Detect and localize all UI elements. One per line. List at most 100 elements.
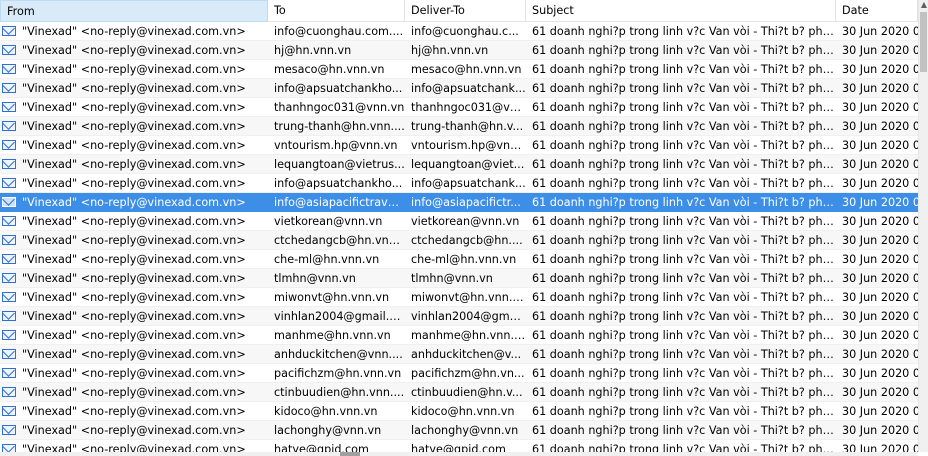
envelope-icon	[2, 330, 16, 340]
message-list: "Vinexad" <no-reply@vinexad.com.vn> info@…	[0, 22, 918, 452]
table-row[interactable]: "Vinexad" <no-reply@vinexad.com.vn> che-m…	[0, 250, 918, 269]
from-text: "Vinexad" <no-reply@vinexad.com.vn>	[22, 347, 246, 361]
column-header-to[interactable]: To	[268, 0, 405, 22]
cell-to: info@asiapacifictravel...	[274, 195, 405, 209]
from-text: "Vinexad" <no-reply@vinexad.com.vn>	[22, 24, 246, 38]
cell-deliver-to: info@apsuatchank...	[411, 176, 526, 190]
scroll-up-icon[interactable]: ▲	[920, 0, 928, 10]
cell-deliver-to: mesaco@hn.vnn.vn	[411, 62, 522, 76]
table-row[interactable]: "Vinexad" <no-reply@vinexad.com.vn> vinhl…	[0, 307, 918, 326]
table-row[interactable]: "Vinexad" <no-reply@vinexad.com.vn> miwon…	[0, 288, 918, 307]
from-text: "Vinexad" <no-reply@vinexad.com.vn>	[22, 138, 246, 152]
column-header-deliver-to[interactable]: Deliver-To	[405, 0, 526, 22]
cell-from: "Vinexad" <no-reply@vinexad.com.vn>	[0, 60, 268, 79]
cell-date: 30 Jun 2020 00	[842, 347, 918, 361]
table-row[interactable]: "Vinexad" <no-reply@vinexad.com.vn> trung…	[0, 117, 918, 136]
cell-deliver-to: anhduckitchen@v...	[411, 347, 522, 361]
table-row[interactable]: "Vinexad" <no-reply@vinexad.com.vn> anhdu…	[0, 345, 918, 364]
cell-subject: 61 doanh nghi?p trong linh v?c Van vòi -…	[532, 309, 836, 323]
cell-from: "Vinexad" <no-reply@vinexad.com.vn>	[0, 79, 268, 98]
table-row[interactable]: "Vinexad" <no-reply@vinexad.com.vn> info@…	[0, 174, 918, 193]
cell-subject: 61 doanh nghi?p trong linh v?c Van vòi -…	[532, 347, 836, 361]
table-row[interactable]: "Vinexad" <no-reply@vinexad.com.vn> info@…	[0, 22, 918, 41]
from-text: "Vinexad" <no-reply@vinexad.com.vn>	[22, 442, 246, 453]
from-text: "Vinexad" <no-reply@vinexad.com.vn>	[22, 119, 246, 133]
envelope-icon	[2, 45, 16, 55]
envelope-icon	[2, 254, 16, 264]
table-row[interactable]: "Vinexad" <no-reply@vinexad.com.vn> lacho…	[0, 421, 918, 440]
cell-deliver-to: thanhngoc031@vn...	[411, 100, 526, 114]
table-row[interactable]: "Vinexad" <no-reply@vinexad.com.vn> lequa…	[0, 155, 918, 174]
cell-to: mesaco@hn.vnn.vn	[274, 62, 385, 76]
envelope-icon	[2, 140, 16, 150]
cell-subject: 61 doanh nghi?p trong linh v?c Van vòi -…	[532, 404, 836, 418]
cell-from: "Vinexad" <no-reply@vinexad.com.vn>	[0, 212, 268, 231]
cell-from: "Vinexad" <no-reply@vinexad.com.vn>	[0, 193, 268, 212]
from-text: "Vinexad" <no-reply@vinexad.com.vn>	[22, 214, 246, 228]
horizontal-scroll-thumb[interactable]	[340, 452, 360, 456]
column-header-from[interactable]: From	[0, 0, 268, 22]
cell-subject: 61 doanh nghi?p trong linh v?c Van vòi -…	[532, 176, 836, 190]
vertical-scrollbar[interactable]: ▲	[918, 0, 928, 452]
table-row[interactable]: "Vinexad" <no-reply@vinexad.com.vn> ctinb…	[0, 383, 918, 402]
from-text: "Vinexad" <no-reply@vinexad.com.vn>	[22, 366, 246, 380]
table-row[interactable]: "Vinexad" <no-reply@vinexad.com.vn> info@…	[0, 79, 918, 98]
cell-date: 30 Jun 2020 00	[842, 404, 918, 418]
table-row[interactable]: "Vinexad" <no-reply@vinexad.com.vn> info@…	[0, 193, 918, 212]
cell-to: hatye@gpid.com	[274, 442, 369, 453]
table-row[interactable]: "Vinexad" <no-reply@vinexad.com.vn> manhm…	[0, 326, 918, 345]
cell-date: 30 Jun 2020 00	[842, 290, 918, 304]
cell-from: "Vinexad" <no-reply@vinexad.com.vn>	[0, 440, 268, 453]
column-header-subject[interactable]: Subject	[526, 0, 836, 22]
cell-deliver-to: info@cuonghau.c...	[411, 24, 519, 38]
cell-from: "Vinexad" <no-reply@vinexad.com.vn>	[0, 269, 268, 288]
cell-to: tlmhn@vnn.vn	[274, 271, 356, 285]
cell-subject: 61 doanh nghi?p trong linh v?c Van vòi -…	[532, 195, 836, 209]
cell-deliver-to: info@apsuatchank...	[411, 81, 526, 95]
envelope-icon	[2, 26, 16, 36]
from-text: "Vinexad" <no-reply@vinexad.com.vn>	[22, 328, 246, 342]
table-row[interactable]: "Vinexad" <no-reply@vinexad.com.vn> thanh…	[0, 98, 918, 117]
cell-from: "Vinexad" <no-reply@vinexad.com.vn>	[0, 421, 268, 440]
envelope-icon	[2, 406, 16, 416]
cell-to: trung-thanh@hn.vnn....	[274, 119, 405, 133]
cell-date: 30 Jun 2020 01	[842, 24, 918, 38]
table-row[interactable]: "Vinexad" <no-reply@vinexad.com.vn> tlmhn…	[0, 269, 918, 288]
cell-date: 30 Jun 2020 00	[842, 252, 918, 266]
table-row[interactable]: "Vinexad" <no-reply@vinexad.com.vn> vntou…	[0, 136, 918, 155]
cell-date: 30 Jun 2020 01	[842, 43, 918, 57]
table-row[interactable]: "Vinexad" <no-reply@vinexad.com.vn> hj@hn…	[0, 41, 918, 60]
horizontal-scrollbar[interactable]	[0, 452, 918, 456]
cell-to: manhme@hn.vnn.vn	[274, 328, 391, 342]
envelope-icon	[2, 102, 16, 112]
envelope-icon	[2, 121, 16, 131]
cell-deliver-to: vntourism.hp@vnn...	[411, 138, 526, 152]
from-text: "Vinexad" <no-reply@vinexad.com.vn>	[22, 176, 246, 190]
cell-from: "Vinexad" <no-reply@vinexad.com.vn>	[0, 383, 268, 402]
from-text: "Vinexad" <no-reply@vinexad.com.vn>	[22, 195, 246, 209]
column-header-date[interactable]: Date	[836, 0, 918, 22]
from-text: "Vinexad" <no-reply@vinexad.com.vn>	[22, 157, 246, 171]
cell-to: vntourism.hp@vnn.vn	[274, 138, 398, 152]
cell-subject: 61 doanh nghi?p trong linh v?c Van vòi -…	[532, 366, 836, 380]
cell-from: "Vinexad" <no-reply@vinexad.com.vn>	[0, 345, 268, 364]
table-row[interactable]: "Vinexad" <no-reply@vinexad.com.vn> pacif…	[0, 364, 918, 383]
cell-subject: 61 doanh nghi?p trong linh v?c Van vòi -…	[532, 252, 836, 266]
cell-subject: 61 doanh nghi?p trong linh v?c Van vòi -…	[532, 100, 836, 114]
cell-from: "Vinexad" <no-reply@vinexad.com.vn>	[0, 22, 268, 41]
table-row[interactable]: "Vinexad" <no-reply@vinexad.com.vn> ctche…	[0, 231, 918, 250]
cell-from: "Vinexad" <no-reply@vinexad.com.vn>	[0, 174, 268, 193]
cell-subject: 61 doanh nghi?p trong linh v?c Van vòi -…	[532, 214, 836, 228]
table-row[interactable]: "Vinexad" <no-reply@vinexad.com.vn> mesac…	[0, 60, 918, 79]
table-row[interactable]: "Vinexad" <no-reply@vinexad.com.vn> kidoc…	[0, 402, 918, 421]
from-text: "Vinexad" <no-reply@vinexad.com.vn>	[22, 423, 246, 437]
table-row[interactable]: "Vinexad" <no-reply@vinexad.com.vn> hatye…	[0, 440, 918, 452]
from-text: "Vinexad" <no-reply@vinexad.com.vn>	[22, 233, 246, 247]
cell-deliver-to: hj@hn.vnn.vn	[411, 43, 489, 57]
cell-from: "Vinexad" <no-reply@vinexad.com.vn>	[0, 364, 268, 383]
vertical-scroll-thumb[interactable]	[920, 12, 927, 72]
cell-date: 30 Jun 2020 00	[842, 423, 918, 437]
table-row[interactable]: "Vinexad" <no-reply@vinexad.com.vn> vietk…	[0, 212, 918, 231]
cell-deliver-to: manhme@hn.vnn.vn	[411, 328, 526, 342]
cell-to: che-ml@hn.vnn.vn	[274, 252, 380, 266]
